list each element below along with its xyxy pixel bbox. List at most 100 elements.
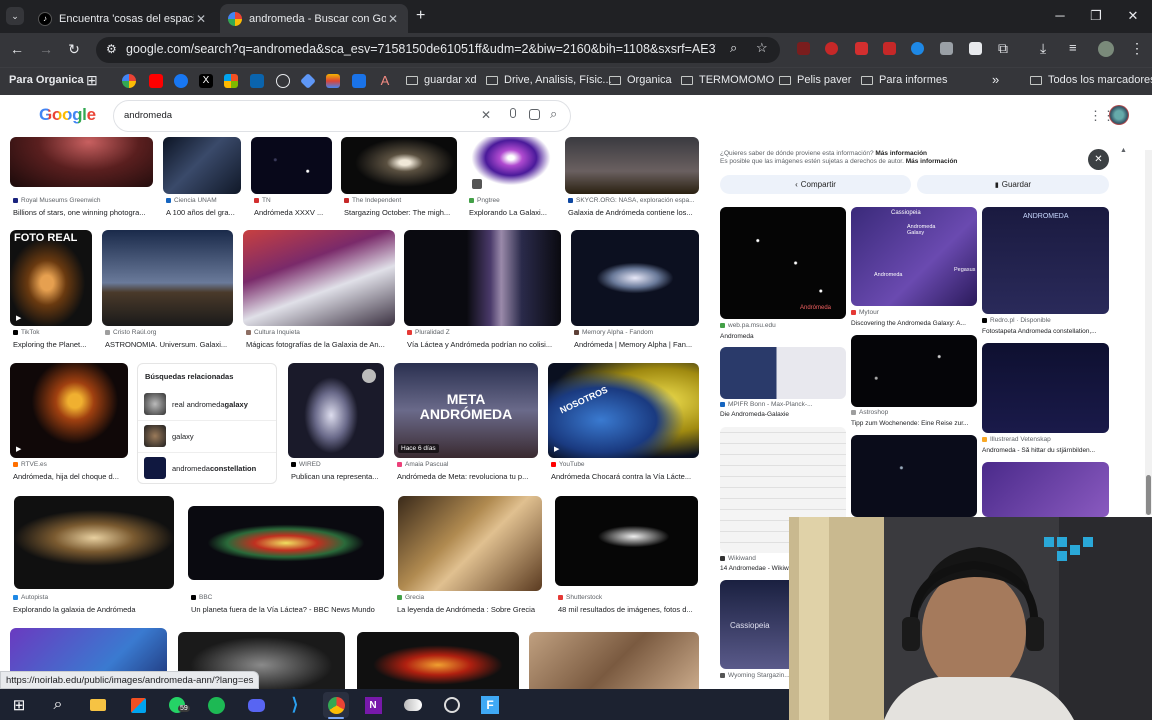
result-image[interactable] [10,230,92,326]
result-tile[interactable]: BBC Un planeta fuera de la Vía Láctea? -… [188,496,384,616]
more-info-link[interactable]: Más información [875,150,927,157]
panel-image[interactable] [982,343,1109,433]
result-image[interactable] [163,137,241,194]
save-button[interactable]: ▮ Guardar [917,175,1109,194]
bookmark-folder[interactable]: Drive, Analisis, Físic... [486,74,612,86]
search-input[interactable]: andromeda [124,110,172,121]
result-tile[interactable]: Pluralidad Z Vía Láctea y Andrómeda podr… [404,230,561,349]
extension-icon-7[interactable] [969,42,982,55]
tab-google-active[interactable]: andromeda - Buscar con Google ✕ [220,4,408,33]
google-bookmark-icon[interactable] [122,74,136,88]
panel-image[interactable] [720,207,846,319]
result-tile[interactable]: Pngtree Explorando La Galaxi... [466,137,556,219]
panel-image[interactable] [851,207,977,306]
result-image[interactable] [341,137,457,194]
zoom-search-icon[interactable]: ⌕ [730,40,737,56]
result-image[interactable] [555,496,698,586]
chrome-taskbar-icon[interactable] [323,692,349,718]
close-tab-icon[interactable]: ✕ [386,12,400,26]
more-info-link[interactable]: Más información [906,158,958,165]
forward-icon[interactable]: → [37,41,55,57]
scrollbar-thumb[interactable] [1146,475,1151,515]
account-avatar[interactable] [1109,105,1129,125]
bookmark-folder[interactable]: Pelis paver [779,74,851,86]
media-control-icon[interactable]: ≡ [1069,40,1077,55]
reload-icon[interactable]: ↻ [65,41,83,58]
result-image[interactable] [251,137,332,194]
result-image[interactable] [398,496,542,591]
spotify-icon[interactable] [205,694,227,716]
panel-image[interactable] [982,207,1109,314]
atlas-bookmark-icon[interactable]: A [378,74,392,88]
result-image[interactable] [404,230,561,326]
new-tab-button[interactable]: + [416,7,425,25]
all-bookmarks-folder[interactable]: Todos los marcadores [1030,74,1152,86]
result-tile[interactable]: ▶ RTVE.es Andrómeda, hija del choque d..… [10,363,128,485]
result-tile[interactable]: Shutterstock 48 mil resultados de imágen… [555,496,699,616]
img-bookmark-icon[interactable] [352,74,366,88]
result-image[interactable] [14,496,174,589]
panel-image[interactable] [720,347,846,399]
windows-start-icon[interactable]: ⊞ [8,694,30,716]
profile-avatar[interactable] [1098,41,1114,57]
back-icon[interactable]: ← [8,41,26,57]
file-explorer-icon[interactable] [87,694,109,716]
result-image[interactable] [188,506,384,580]
result-tile[interactable]: WIRED Publican una representa... [288,363,384,485]
apps-grid-icon[interactable]: ⊞ [86,72,98,89]
download-icon[interactable]: ⤓ [1040,40,1046,57]
result-tile[interactable]: META ANDRÓMEDA Hace 6 días Amaia Pascual… [394,363,538,485]
bookmark-folder[interactable]: Organica [609,74,672,86]
youtube-bookmark-icon[interactable] [149,74,163,88]
gemini-bookmark-icon[interactable] [300,73,316,89]
site-info-icon[interactable]: ⚙ [106,42,117,56]
result-tile[interactable]: TN Andrómeda XXXV ... [251,137,332,219]
close-window-button[interactable]: ✕ [1123,8,1143,24]
bookmark-folder[interactable]: Para informes [861,74,947,86]
share-button[interactable]: ‹ Compartir [720,175,911,194]
vscode-icon[interactable]: ⟩ [284,694,306,716]
result-tile[interactable]: Cultura Inquieta Mágicas fotografías de … [243,230,395,349]
x-bookmark-icon[interactable]: X [199,74,213,88]
lens-search-icon[interactable] [529,109,540,120]
taskbar-search-icon[interactable]: ⌕ [47,694,69,716]
search-box[interactable]: andromeda ✕ ⌕ [113,100,571,132]
voice-search-icon[interactable] [510,108,516,118]
colorful-bookmark-icon[interactable] [326,74,340,88]
result-tile[interactable]: SKYCR.ORG: NASA, exploración espa... Gal… [565,137,699,219]
result-image[interactable] [102,230,233,326]
related-search-item[interactable]: galaxy [144,424,270,448]
result-image[interactable] [10,363,128,458]
restore-button[interactable]: ❐ [1086,8,1106,24]
extensions-puzzle-icon[interactable]: ⧉ [998,40,1008,57]
page-scrollbar[interactable] [1145,150,1152,515]
panel-image[interactable] [851,335,977,407]
extension-icon-1[interactable] [797,42,810,55]
bookmark-folder[interactable]: TERMOMOMO [681,74,774,86]
scroll-up-icon[interactable]: ▲ [1120,147,1127,154]
clear-search-icon[interactable]: ✕ [481,108,491,122]
result-tile[interactable]: The Independent Stargazing October: The … [341,137,457,219]
extension-icon-2[interactable] [825,42,838,55]
search-icon[interactable]: ⌕ [550,106,557,122]
address-bar[interactable]: ⚙ google.com/search?q=andromeda&sca_esv=… [96,37,780,63]
panel-image[interactable] [851,435,977,517]
discord-icon[interactable] [245,694,267,716]
result-tile[interactable]: Ciencia UNAM A 100 años del gra... [163,137,241,219]
result-tile[interactable]: Royal Museums Greenwich Billions of star… [10,137,153,219]
facebook-bookmark-icon[interactable] [174,74,188,88]
bookmark-folder[interactable]: guardar xd [406,74,477,86]
store-icon[interactable] [127,694,149,716]
microsoft-bookmark-icon[interactable] [224,74,238,88]
url-text[interactable]: google.com/search?q=andromeda&sca_esv=71… [126,42,716,56]
app-icon-f[interactable]: F [479,694,501,716]
chatgpt-bookmark-icon[interactable] [276,74,290,88]
tab-search-button[interactable]: ⌄ [6,7,24,25]
panel-image[interactable] [982,462,1109,517]
result-tile[interactable]: Autopista Explorando la galaxia de Andró… [10,496,178,616]
result-tile[interactable]: FOTO REAL ▶ TikTok Exploring the Planet.… [10,230,92,349]
bookmark-star-icon[interactable]: ☆ [756,40,768,56]
more-bookmarks-button[interactable]: » [992,72,999,87]
result-image[interactable] [571,230,699,326]
menu-kebab-icon[interactable]: ⋮ [1130,40,1144,57]
